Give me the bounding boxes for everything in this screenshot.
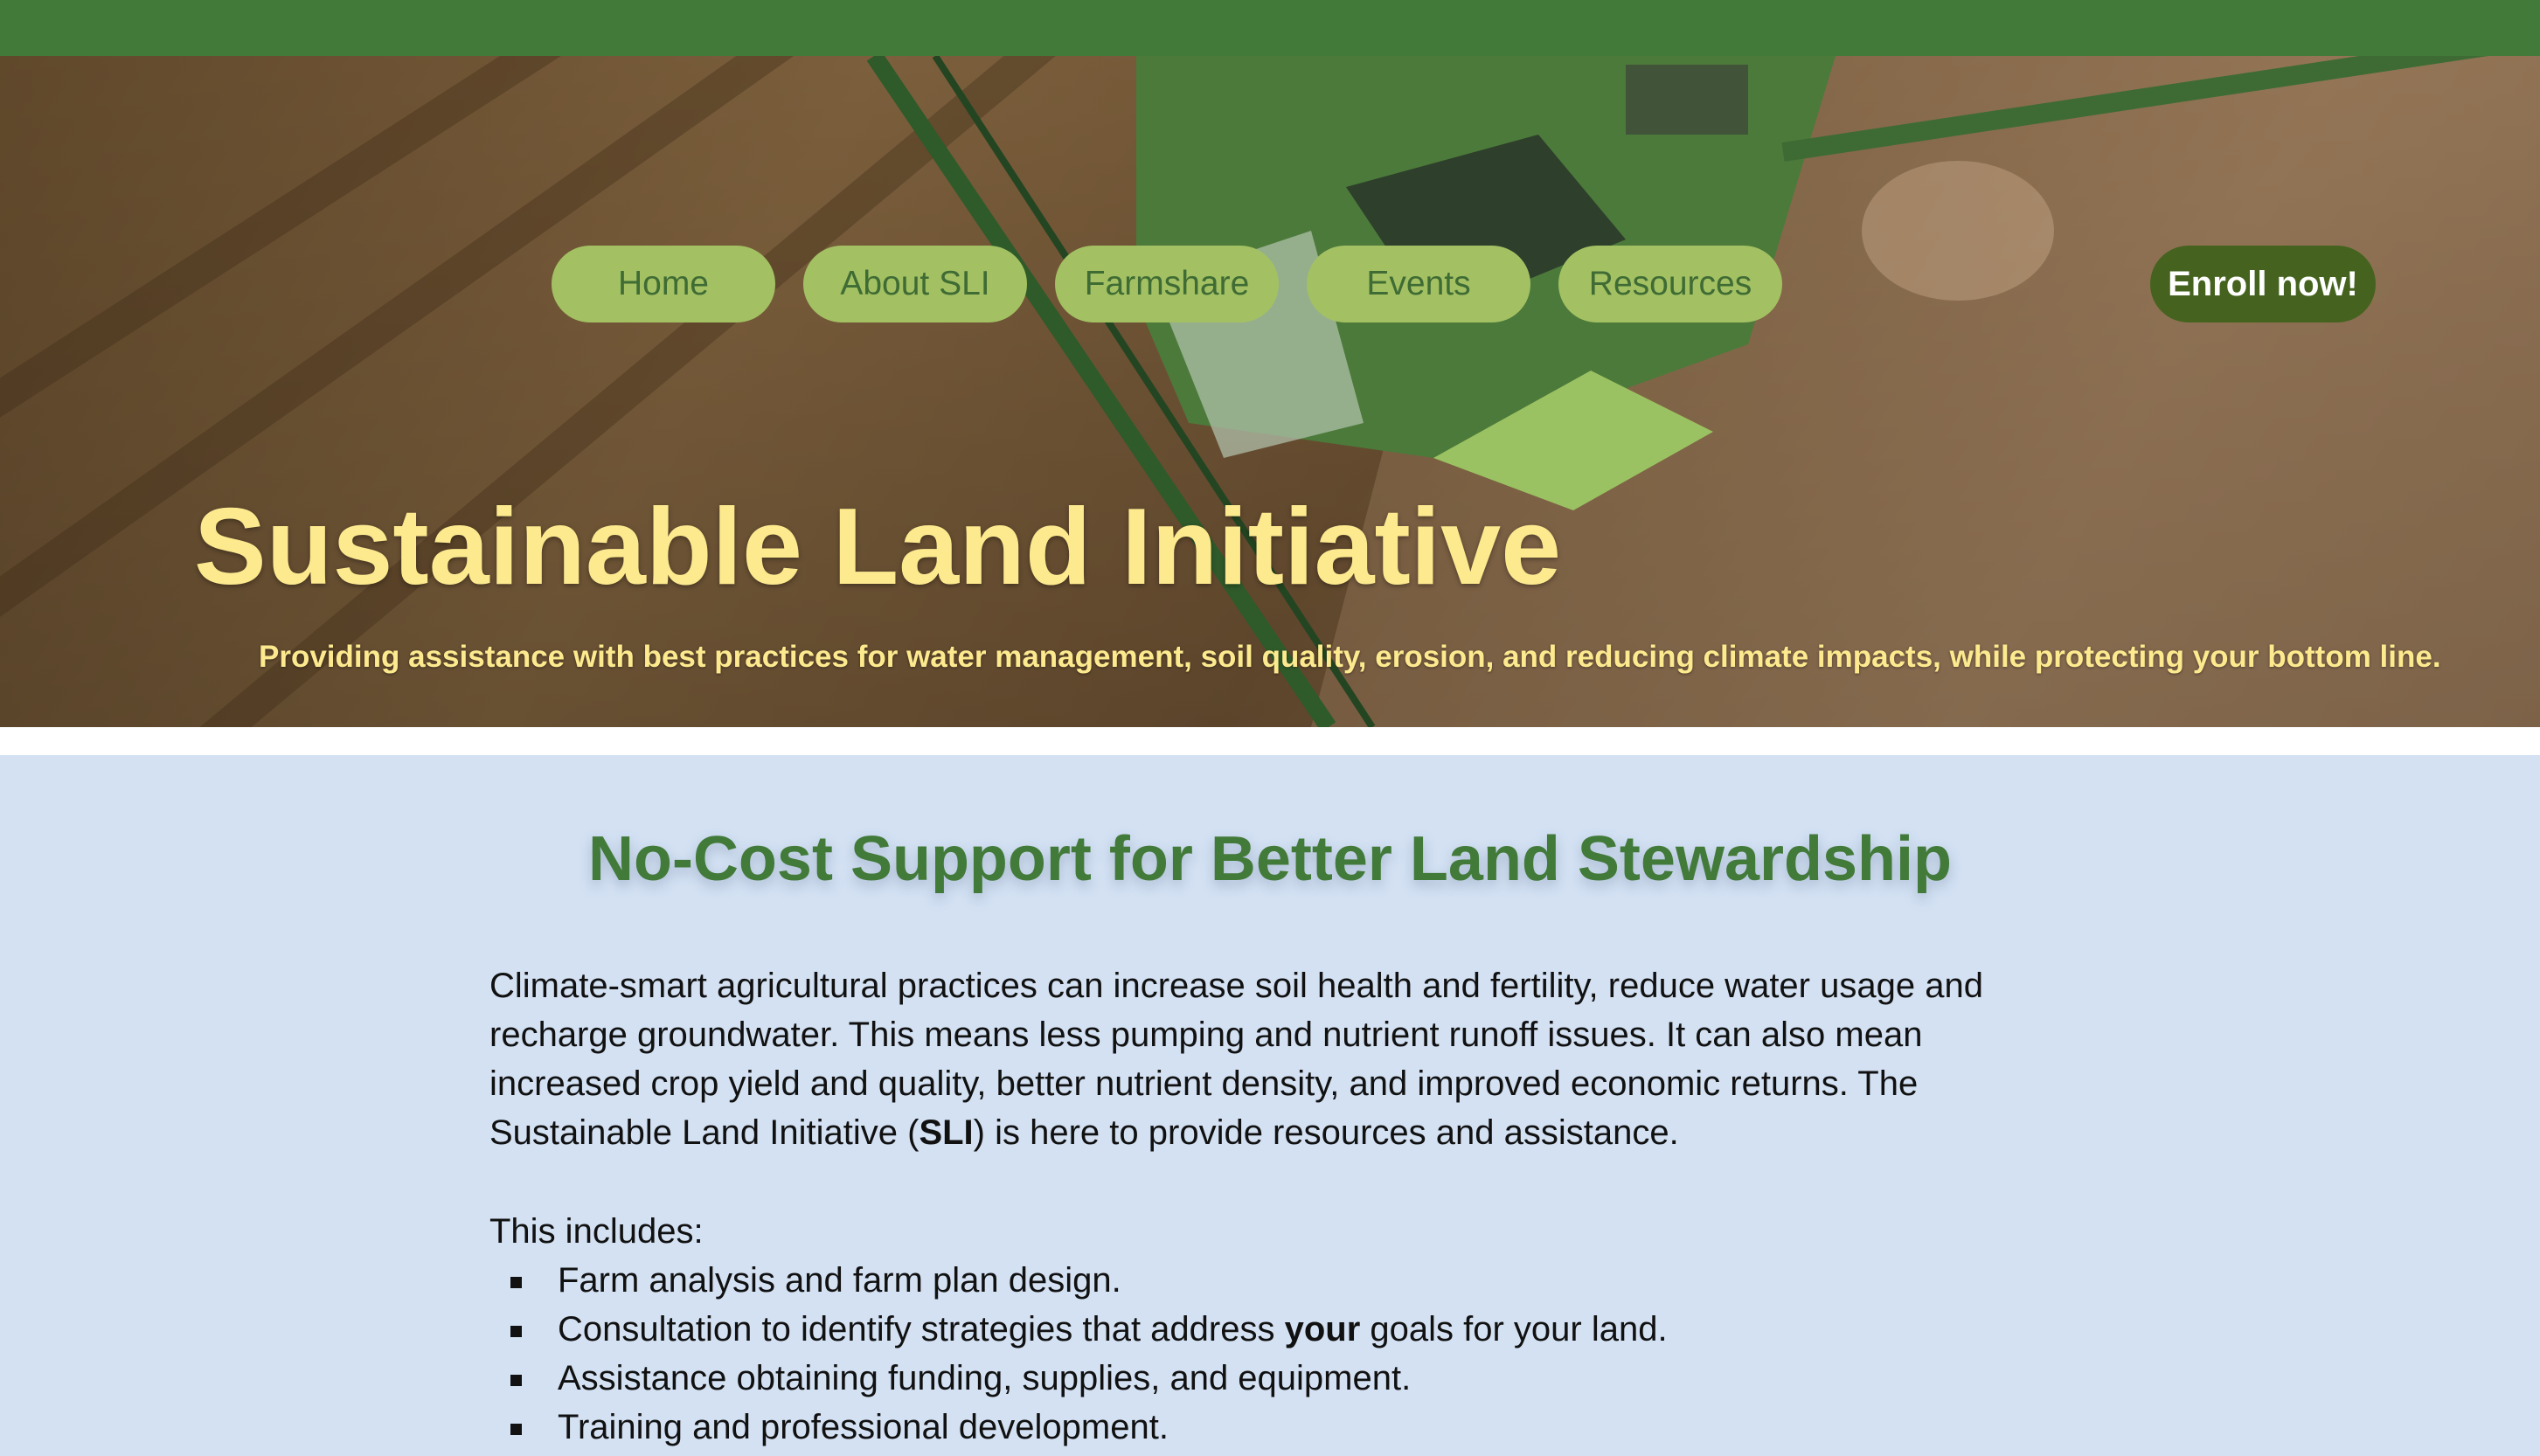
list-item-text: Training and professional development. xyxy=(558,1408,1169,1446)
nav-about-sli[interactable]: About SLI xyxy=(803,246,1027,322)
enroll-now-button[interactable]: Enroll now! xyxy=(2150,246,2376,322)
list-item-text: Farm analysis and farm plan design. xyxy=(558,1261,1121,1300)
square-bullet-icon xyxy=(510,1375,522,1386)
main-nav: Home About SLI Farmshare Events Resource… xyxy=(552,246,1782,322)
square-bullet-icon xyxy=(510,1277,522,1288)
square-bullet-icon xyxy=(510,1424,522,1435)
nav-events[interactable]: Events xyxy=(1307,246,1530,322)
list-item-text-end: goals for your land. xyxy=(1360,1310,1668,1349)
list-item: Consultation to identify strategies that… xyxy=(489,1305,1668,1354)
intro-text-2: ) is here to provide resources and assis… xyxy=(973,1113,1679,1152)
intro-paragraph: Climate-smart agricultural practices can… xyxy=(489,961,2063,1157)
list-item-text: Assistance obtaining funding, supplies, … xyxy=(558,1359,1412,1397)
page-subtitle: Providing assistance with best practices… xyxy=(259,640,2441,674)
list-item: Farm analysis and farm plan design. xyxy=(489,1256,1668,1305)
section-divider xyxy=(0,727,2540,755)
nav-home[interactable]: Home xyxy=(552,246,775,322)
nav-resources[interactable]: Resources xyxy=(1558,246,1782,322)
page-title: Sustainable Land Initiative xyxy=(194,487,1562,607)
includes-label: This includes: xyxy=(489,1212,704,1251)
square-bullet-icon xyxy=(510,1326,522,1337)
list-item: Assistance obtaining funding, supplies, … xyxy=(489,1354,1668,1403)
section-heading: No-Cost Support for Better Land Stewards… xyxy=(587,824,1953,894)
list-item: Training and professional development. xyxy=(489,1403,1668,1452)
main-content: No-Cost Support for Better Land Stewards… xyxy=(0,755,2540,1456)
list-item-bold: your xyxy=(1284,1310,1361,1349)
intro-sli-bold: SLI xyxy=(919,1113,974,1152)
hero-background-image xyxy=(0,56,2540,727)
list-item-text: Consultation to identify strategies that… xyxy=(558,1310,1285,1349)
services-list: Farm analysis and farm plan design. Cons… xyxy=(489,1256,1668,1452)
nav-farmshare[interactable]: Farmshare xyxy=(1055,246,1279,322)
top-bar xyxy=(0,0,2540,56)
hero-banner: Home About SLI Farmshare Events Resource… xyxy=(0,56,2540,727)
